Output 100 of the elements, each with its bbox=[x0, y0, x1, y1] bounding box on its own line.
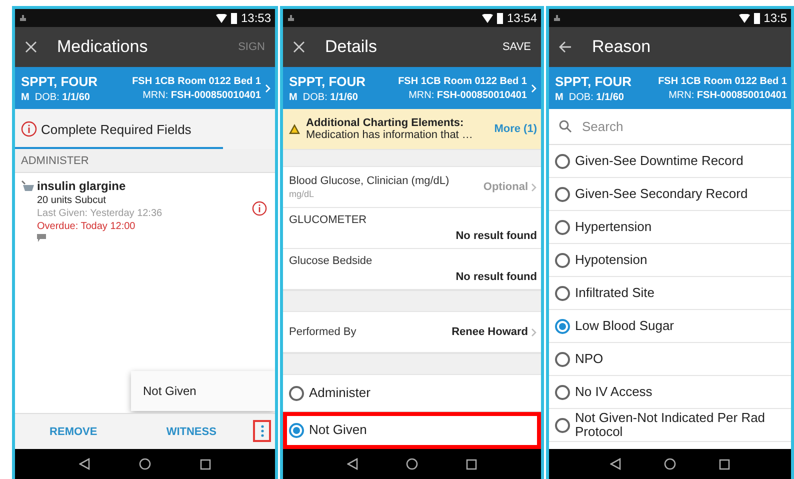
back-icon[interactable] bbox=[610, 458, 622, 470]
field-value: No result found bbox=[456, 271, 537, 283]
option-label: No IV Access bbox=[575, 384, 652, 400]
screen-title: Details bbox=[325, 37, 378, 57]
reason-option[interactable]: No IV Access bbox=[549, 376, 791, 409]
battery-icon bbox=[754, 12, 760, 24]
close-icon bbox=[293, 41, 305, 53]
nav-button[interactable] bbox=[559, 41, 572, 53]
option-label: NPO bbox=[575, 352, 604, 366]
field-label: Performed By bbox=[289, 326, 356, 338]
field-label: Glucose Bedside bbox=[289, 255, 372, 267]
field-value: Renee Howard bbox=[452, 326, 528, 338]
option-label: Hypertension bbox=[575, 220, 652, 234]
patient-name: SPPT, FOUR bbox=[289, 74, 366, 88]
section-header: ADMINISTER bbox=[15, 149, 275, 173]
reason-option[interactable]: Not Given-Not Indicated Per Rad Protocol bbox=[549, 409, 791, 442]
screen-title: Medications bbox=[57, 37, 149, 57]
overdue-text: Overdue: Today 12:00 bbox=[37, 221, 136, 232]
patient-mrn: MRN: FSH-000850010401 bbox=[142, 90, 261, 100]
radio-button[interactable] bbox=[289, 386, 304, 400]
radio-option[interactable]: Not Given bbox=[283, 412, 541, 449]
radio-option[interactable]: Administer bbox=[283, 375, 541, 412]
option-label: Not Given-Not Indicated Per Rad Protocol bbox=[575, 410, 766, 440]
field-value: No result found bbox=[456, 230, 537, 242]
reason-option[interactable]: Hypertension bbox=[549, 211, 791, 244]
radio-button[interactable] bbox=[555, 384, 570, 400]
clock-time: 13:54 bbox=[506, 11, 537, 25]
chevron-icon bbox=[531, 84, 537, 92]
warning-icon bbox=[289, 124, 300, 134]
reason-option[interactable]: Infiltrated Site bbox=[549, 277, 791, 310]
option-label: Given-See Downtime Record bbox=[575, 154, 744, 168]
notification-icon bbox=[19, 14, 27, 22]
option-label: Hypotension bbox=[575, 252, 648, 268]
option-label: Administer bbox=[309, 386, 370, 400]
radio-button[interactable] bbox=[555, 186, 570, 202]
reason-option[interactable]: NPO bbox=[549, 343, 791, 376]
radio-button[interactable] bbox=[555, 220, 570, 234]
wifi-icon bbox=[738, 14, 750, 22]
menu-item[interactable]: Not Given bbox=[143, 384, 196, 398]
field-label: Blood Glucose, Clinician (mg/dL) bbox=[289, 175, 450, 187]
medication-item[interactable]: insulin glargine 20 units Subcut Last Given: Yesterday 12:36 Overdue: Today 12:00 bbox=[15, 173, 275, 248]
radio-button[interactable] bbox=[555, 286, 570, 300]
wifi-icon bbox=[216, 14, 227, 22]
radio-button[interactable] bbox=[289, 422, 304, 438]
screen-title: Reason bbox=[592, 37, 652, 57]
patient-location: FSH 1CB Room 0122 Bed 1 bbox=[658, 76, 787, 86]
info-icon bbox=[252, 200, 267, 216]
chevron-icon bbox=[265, 84, 271, 92]
recents-icon[interactable] bbox=[200, 458, 211, 470]
medication-dose: 20 units Subcut bbox=[37, 195, 107, 206]
battery-icon bbox=[496, 12, 503, 24]
comment-icon bbox=[37, 234, 46, 242]
more-vertical-icon bbox=[260, 425, 264, 437]
notification-icon bbox=[287, 14, 295, 22]
home-icon[interactable] bbox=[664, 458, 676, 470]
radio-button[interactable] bbox=[555, 418, 570, 432]
patient-demographics: M DOB: 1/1/60 bbox=[21, 92, 90, 102]
search-icon bbox=[559, 120, 572, 133]
patient-name: SPPT, FOUR bbox=[555, 74, 632, 88]
form-row[interactable]: Blood Glucose, Clinician (mg/dL) mg/dL Optional bbox=[283, 167, 541, 208]
pill-cup-icon bbox=[21, 180, 35, 192]
close-icon bbox=[25, 41, 37, 53]
battery-icon bbox=[230, 12, 237, 24]
radio-button[interactable] bbox=[555, 154, 570, 168]
radio-button[interactable] bbox=[555, 352, 570, 366]
clock-time: 13:53 bbox=[240, 11, 271, 25]
radio-button[interactable] bbox=[555, 252, 570, 268]
recents-icon[interactable] bbox=[718, 458, 730, 470]
medication-name: insulin glargine bbox=[37, 179, 127, 193]
home-icon[interactable] bbox=[406, 458, 418, 470]
back-arrow-icon bbox=[559, 41, 572, 53]
home-icon[interactable] bbox=[138, 458, 151, 470]
nav-button[interactable] bbox=[293, 41, 305, 53]
clock-time: 13:5 bbox=[764, 11, 787, 25]
notification-icon bbox=[553, 14, 561, 22]
reason-option[interactable]: Hypotension bbox=[549, 244, 791, 277]
reason-option[interactable]: Low Blood Sugar bbox=[549, 310, 791, 343]
patient-mrn: MRN: FSH-000850010401 bbox=[408, 90, 527, 100]
info-icon bbox=[21, 121, 37, 137]
field-label: GLUCOMETER bbox=[289, 214, 367, 226]
warning-text: Medication has information that … bbox=[306, 129, 474, 141]
chevron-icon bbox=[531, 328, 537, 336]
field-unit: mg/dL bbox=[289, 189, 316, 199]
recents-icon[interactable] bbox=[466, 458, 477, 470]
patient-location: FSH 1CB Room 0122 Bed 1 bbox=[398, 76, 527, 86]
more-button[interactable] bbox=[253, 420, 271, 442]
back-icon[interactable] bbox=[347, 458, 358, 470]
back-icon[interactable] bbox=[79, 458, 90, 470]
chevron-icon bbox=[531, 182, 537, 192]
last-given-text: Last Given: Yesterday 12:36 bbox=[37, 208, 164, 219]
option-label: Infiltrated Site bbox=[575, 286, 654, 300]
reason-option[interactable]: Given-See Secondary Record bbox=[549, 178, 791, 211]
warning-title: Additional Charting Elements: bbox=[306, 117, 465, 129]
toolbar-action-button[interactable]: SAVE bbox=[502, 41, 531, 53]
form-row[interactable]: GLUCOMETER No result found bbox=[283, 208, 541, 249]
option-label: Low Blood Sugar bbox=[575, 318, 674, 334]
radio-button[interactable] bbox=[555, 318, 570, 334]
patient-location: FSH 1CB Room 0122 Bed 1 bbox=[132, 76, 261, 86]
reason-option[interactable]: Given-See Downtime Record bbox=[549, 145, 791, 178]
patient-name: SPPT, FOUR bbox=[21, 74, 98, 88]
